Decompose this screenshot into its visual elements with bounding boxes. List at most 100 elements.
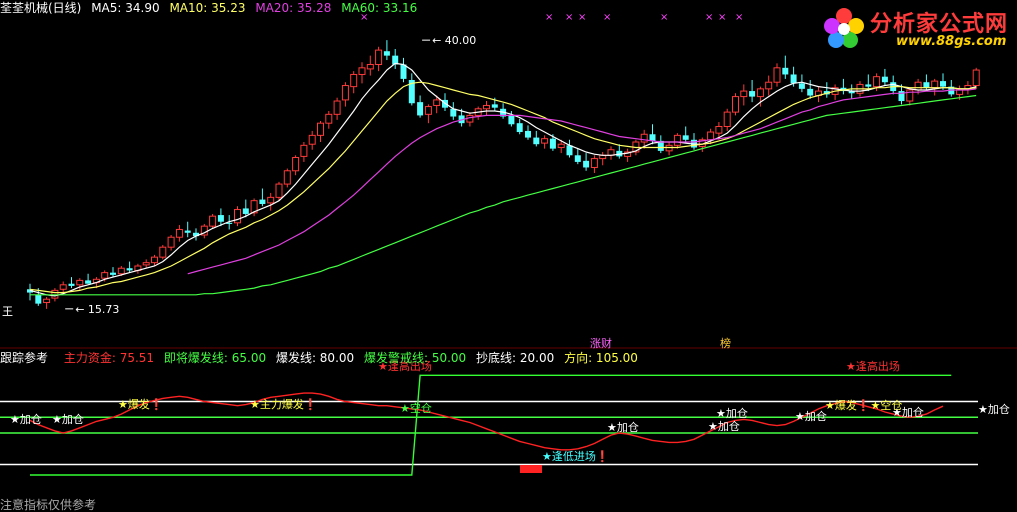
candle-body-up <box>167 236 175 248</box>
candle-body-down <box>35 294 42 304</box>
candle-body-down <box>525 130 531 138</box>
ma20-label: MA20: 35.28 <box>255 1 332 15</box>
candle-body-up <box>375 49 383 66</box>
candle-body-up <box>931 80 939 89</box>
candle-body-down <box>923 82 930 88</box>
signal-label: ★加仓 <box>52 412 84 426</box>
candle-body-up <box>209 215 217 227</box>
main-header: 荃荃机械(日线) MA5: 34.90 MA10: 35.23 MA20: 35… <box>0 1 423 15</box>
candle-body-up <box>433 99 441 106</box>
candle-body-up <box>292 157 300 172</box>
candle-body-down <box>417 102 424 116</box>
low-label: ← 15.73 <box>75 303 119 316</box>
signal-label: ★逢低进场❗ <box>542 449 610 463</box>
candle-body-up <box>159 246 167 258</box>
candle-body-down <box>126 268 133 271</box>
candle-body-down <box>110 272 116 275</box>
candle-body-up <box>358 67 366 75</box>
candle-body-up <box>283 170 291 185</box>
candle-body-up <box>732 96 739 113</box>
candle-body-up <box>300 144 308 157</box>
candle-body-down <box>566 145 573 156</box>
candle-body-down <box>533 137 540 145</box>
signal-label: ★加仓 <box>716 406 748 420</box>
top-marker: × <box>578 12 586 23</box>
candle-body-up <box>366 64 374 70</box>
signal-label: ★加仓 <box>795 409 827 423</box>
bottom-label: 抄底线: 20.00 <box>476 351 555 365</box>
candle-body-up <box>483 104 490 110</box>
direction-label: 方向: 105.00 <box>564 351 638 365</box>
tag-zhangcai: 涨财 <box>590 336 612 350</box>
candle-body-up <box>756 88 764 98</box>
candle-body-down <box>782 67 789 75</box>
candle-body-down <box>68 283 75 286</box>
top-marker: × <box>735 12 743 23</box>
candle-body-up <box>142 262 150 266</box>
top-marker: × <box>545 12 553 23</box>
top-marker: × <box>603 12 611 23</box>
candle-body-up <box>557 143 565 149</box>
candle-body-up <box>308 134 316 145</box>
signal-label: ★加仓 <box>10 412 42 426</box>
signal-label: ★空仓 <box>400 401 432 415</box>
ma-line-ma5 <box>29 62 977 297</box>
top-marker: × <box>705 12 713 23</box>
candle-body-down <box>798 83 805 89</box>
signal-label: ★加仓 <box>978 402 1010 416</box>
candle-body-up <box>640 133 648 143</box>
signal-label: ★加仓 <box>607 420 639 434</box>
candle-body-down <box>516 123 523 133</box>
high-label: ← 40.00 <box>432 34 476 47</box>
candle-body-up <box>317 122 324 136</box>
ma5-label: MA5: 34.90 <box>91 1 160 15</box>
candle-body-down <box>242 208 249 214</box>
main-fund-label: 主力资金: 75.51 <box>63 351 155 365</box>
direction-line <box>30 374 952 476</box>
bottom-block <box>520 465 542 473</box>
candle-body-down <box>383 51 390 56</box>
top-marker: × <box>718 12 726 23</box>
candle-body-up <box>773 67 781 83</box>
window-title: 荃荃机械(日线) <box>0 1 82 15</box>
candle-body-up <box>972 69 980 87</box>
candle-body-up <box>76 279 84 286</box>
candle-body-down <box>881 76 888 83</box>
signal-label: ★加仓 <box>892 405 924 419</box>
burst-label: 爆发线: 80.00 <box>275 351 355 365</box>
candle-body-up <box>541 138 549 144</box>
candle-body-up <box>873 76 881 88</box>
candle-body-down <box>807 88 814 96</box>
candle-body-up <box>765 81 773 90</box>
candle-body-up <box>350 73 358 88</box>
sub-header: 跟踪参考 主力资金: 75.51 即将爆发线: 65.00 爆发线: 80.00… <box>0 351 644 365</box>
candle-body-up <box>43 298 51 304</box>
candle-body-up <box>275 183 283 198</box>
candle-body-up <box>151 256 158 264</box>
candle-body-up <box>673 134 681 146</box>
chart-canvas: ← 40.00← 15.73王× × × × × × × × ×★加仓 ★加仓★爆发❗ ★主力爆发❗… <box>0 12 1017 476</box>
candle-body-up <box>740 90 748 98</box>
burst-warning-label: 爆发警戒线: 50.00 <box>363 351 467 365</box>
candle-body-down <box>217 215 224 222</box>
flower-icon <box>824 8 864 48</box>
candle-body-up <box>914 81 922 91</box>
candle-body-up <box>723 111 731 127</box>
candle-body-up <box>707 131 715 141</box>
candle-body-down <box>790 74 797 84</box>
candle-body-up <box>175 228 183 238</box>
candle-body-up <box>341 85 349 101</box>
candle-body-up <box>424 106 432 115</box>
candle-body-down <box>85 280 92 284</box>
candle-body-up <box>325 113 333 124</box>
top-marker: × <box>565 12 573 23</box>
logo-url: www.88gs.com <box>896 34 1007 49</box>
signal-label: ★爆发❗ <box>118 397 164 411</box>
candle-body-up <box>715 126 723 134</box>
candle-body-down <box>508 115 515 125</box>
candle-body-up <box>234 209 241 224</box>
candle-body-up <box>333 100 341 115</box>
signal-label: ★加仓 <box>708 419 740 433</box>
candle-body-up <box>101 272 109 279</box>
candle-body-down <box>682 135 689 140</box>
